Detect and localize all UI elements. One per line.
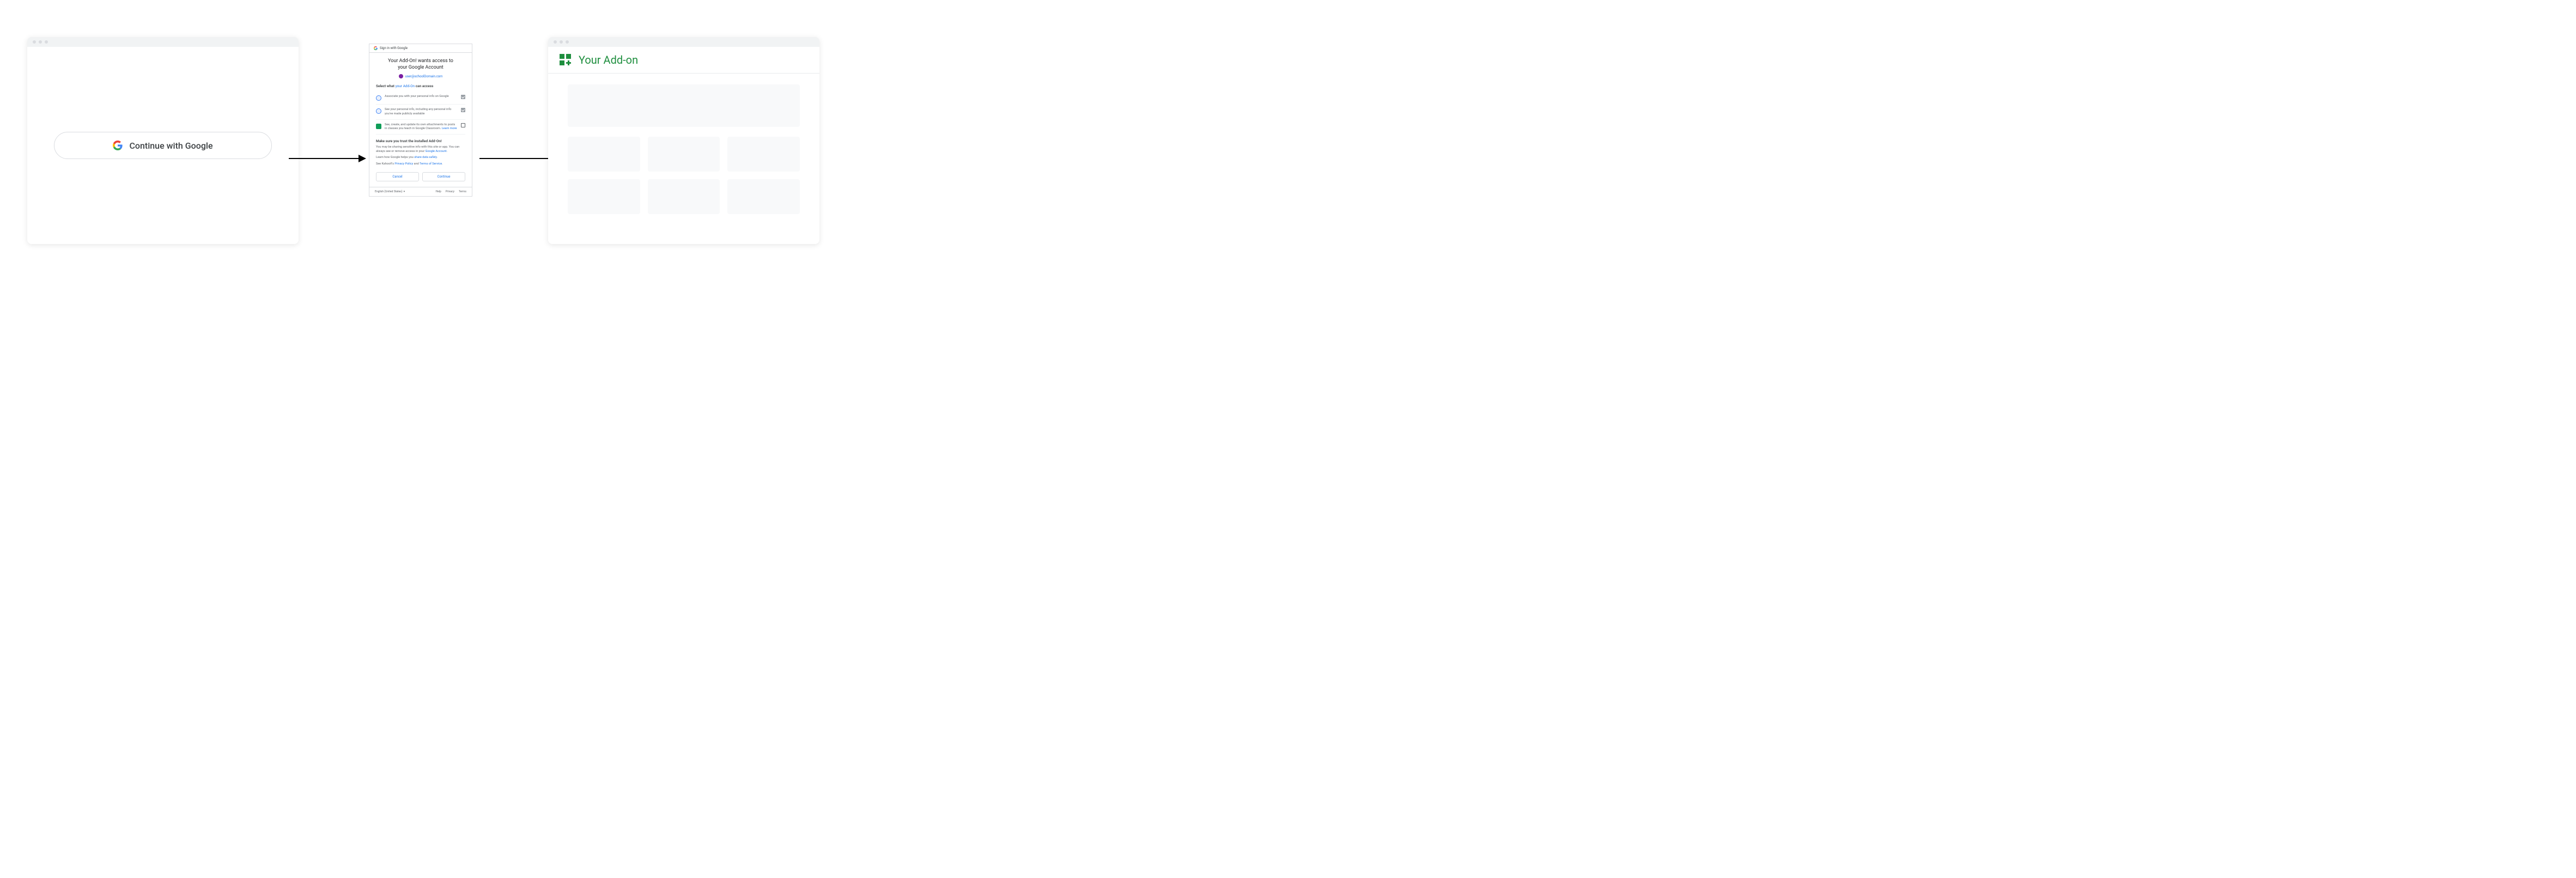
content-placeholder: [568, 84, 800, 127]
chevron-down-icon: ▾: [404, 190, 405, 193]
consent-title: Your Add-On! wants access to your Google…: [376, 58, 465, 71]
window-control-dot: [33, 40, 36, 44]
scope-row: See your personal info, including any pe…: [376, 105, 465, 119]
share-data-safely-link[interactable]: share data safely: [414, 156, 436, 159]
account-email: user@schoolDomain.com: [405, 75, 443, 78]
addon-panel: Your Add-on: [548, 37, 819, 244]
learn-more-link[interactable]: Learn more: [442, 127, 457, 130]
window-titlebar: [27, 37, 299, 47]
scope-description: See, create, and update its own attachme…: [385, 123, 458, 131]
app-header: Your Add-on: [548, 47, 819, 74]
consent-header: Sign in with Google: [369, 44, 472, 53]
scope-checkbox[interactable]: [461, 95, 465, 99]
google-g-icon: [374, 46, 378, 50]
consent-footer: English (United States) ▾ Help Privacy T…: [369, 187, 472, 196]
trust-paragraph: See Kahoot!'s Privacy Policy and Terms o…: [376, 162, 465, 167]
help-link[interactable]: Help: [436, 190, 441, 193]
continue-button[interactable]: Continue: [422, 172, 465, 181]
scope-row: Associate you with your personal info on…: [376, 92, 465, 105]
terms-of-service-link[interactable]: Terms of Service: [420, 162, 442, 166]
window-control-dot: [45, 40, 48, 44]
content-placeholder: [648, 137, 720, 172]
content-placeholder: [568, 137, 640, 172]
signin-panel: Continue with Google: [27, 37, 299, 244]
privacy-policy-link[interactable]: Privacy Policy: [394, 162, 413, 166]
scope-description: Associate you with your personal info on…: [385, 95, 458, 99]
trust-paragraph: You may be sharing sensitive info with t…: [376, 145, 465, 154]
continue-button-label: Continue with Google: [129, 141, 212, 151]
trust-paragraph: Learn how Google helps you share data sa…: [376, 156, 465, 160]
profile-icon: [376, 108, 381, 114]
content-placeholder: [727, 179, 800, 214]
profile-icon: [376, 95, 381, 101]
drive-icon: [376, 124, 381, 129]
window-control-dot: [566, 40, 569, 44]
scope-description: See your personal info, including any pe…: [385, 108, 458, 115]
window-control-dot: [560, 40, 563, 44]
terms-link[interactable]: Terms: [459, 190, 466, 193]
select-scopes-label: Select what your Add-On can access: [376, 84, 465, 88]
content-placeholder: [727, 137, 800, 172]
app-title: Your Add-on: [579, 53, 638, 66]
content-placeholder: [648, 179, 720, 214]
content-placeholder: [568, 179, 640, 214]
app-body: [548, 74, 819, 244]
flow-arrow-icon: [289, 158, 365, 159]
consent-header-label: Sign in with Google: [380, 46, 408, 50]
account-chip[interactable]: user@schoolDomain.com: [376, 74, 465, 78]
scope-checkbox[interactable]: [461, 108, 465, 112]
cancel-button[interactable]: Cancel: [376, 172, 419, 181]
window-control-dot: [554, 40, 557, 44]
addon-logo-icon: [559, 53, 572, 66]
scope-row: See, create, and update its own attachme…: [376, 120, 465, 135]
continue-with-google-button[interactable]: Continue with Google: [54, 132, 272, 159]
avatar-icon: [399, 74, 403, 78]
language-selector[interactable]: English (United States) ▾: [375, 190, 405, 193]
trust-section: Make sure you trust the installed Add-On…: [376, 139, 465, 167]
window-control-dot: [39, 40, 42, 44]
google-account-link[interactable]: Google Account: [426, 150, 447, 153]
privacy-link[interactable]: Privacy: [446, 190, 454, 193]
scope-checkbox[interactable]: [461, 123, 465, 127]
consent-dialog: Sign in with Google Your Add-On! wants a…: [369, 44, 472, 197]
google-g-icon: [113, 141, 123, 150]
window-titlebar: [548, 37, 819, 47]
trust-title: Make sure you trust the installed Add-On…: [376, 139, 465, 143]
